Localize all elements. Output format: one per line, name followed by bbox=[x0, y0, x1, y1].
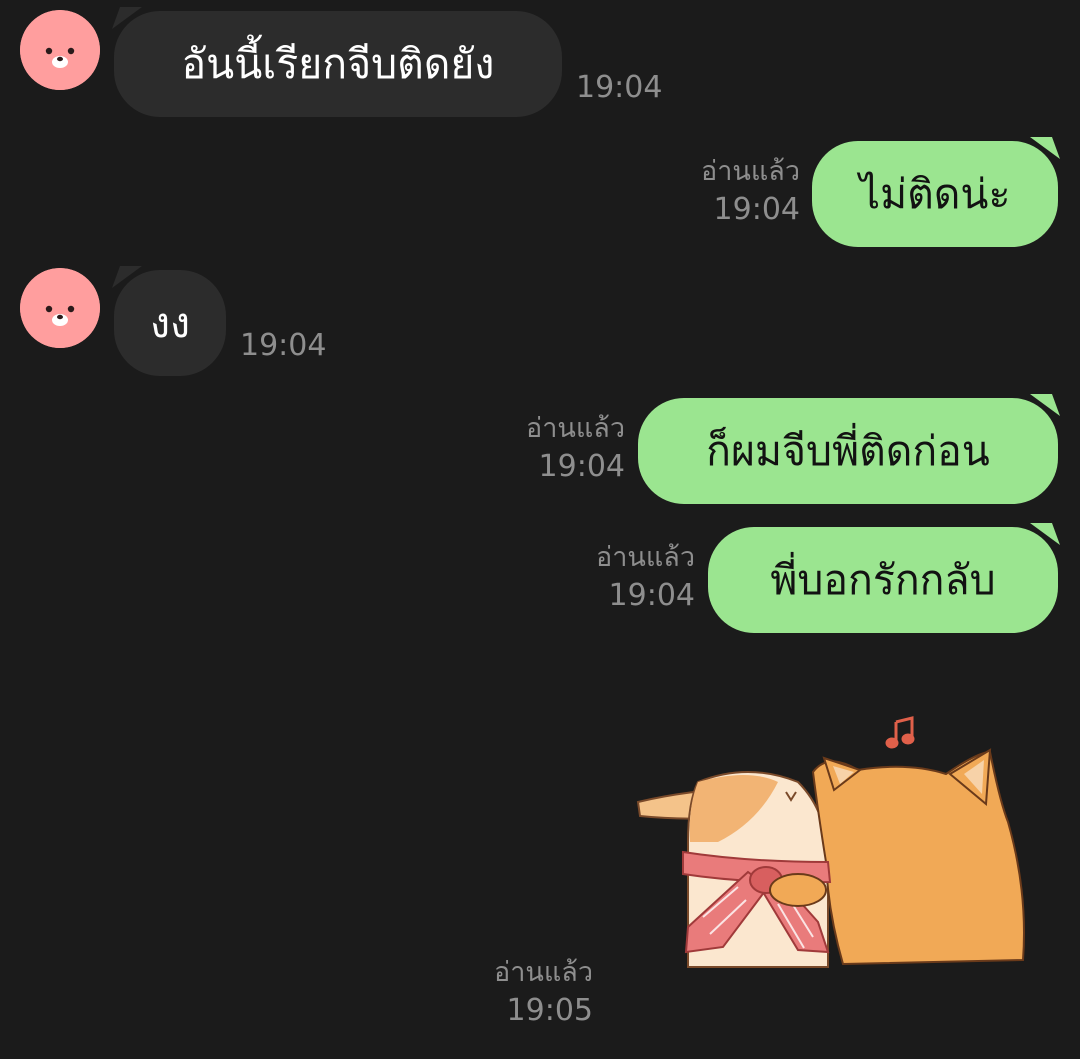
message-text: ก็ผมจีบพี่ติดก่อน bbox=[706, 426, 990, 475]
message-time: 19:04 bbox=[576, 70, 663, 105]
bear-face-icon bbox=[20, 268, 100, 348]
music-note-icon bbox=[885, 716, 915, 749]
incoming-message-bubble[interactable]: อันนี้เรียกจีบติดยัง bbox=[114, 11, 562, 117]
bear-face-icon bbox=[20, 10, 100, 90]
message-time: 19:04 bbox=[713, 192, 800, 228]
read-receipt: อ่านแล้ว bbox=[526, 413, 625, 444]
message-meta: อ่านแล้ว 19:04 bbox=[701, 154, 800, 231]
message-meta: อ่านแล้ว 19:04 bbox=[596, 540, 695, 617]
contact-avatar[interactable] bbox=[20, 10, 100, 90]
chat-room: อันนี้เรียกจีบติดยัง 19:04 อ่านแล้ว 19:0… bbox=[0, 0, 1080, 1059]
outgoing-message-bubble[interactable]: ไม่ติดน่ะ bbox=[812, 141, 1058, 247]
cat-hugging-bunny-sticker-art bbox=[636, 716, 1025, 968]
message-text: พี่บอกรักกลับ bbox=[770, 555, 996, 604]
message-text: งง bbox=[149, 298, 191, 347]
read-receipt: อ่านแล้ว bbox=[596, 542, 695, 573]
message-time: 19:04 bbox=[538, 449, 625, 485]
message-text: ไม่ติดน่ะ bbox=[859, 169, 1011, 218]
message-time: 19:04 bbox=[240, 328, 327, 363]
message-time: 19:04 bbox=[608, 578, 695, 614]
incoming-message-bubble[interactable]: งง bbox=[114, 270, 226, 376]
message-time: 19:05 bbox=[506, 993, 593, 1029]
outgoing-message-bubble[interactable]: ก็ผมจีบพี่ติดก่อน bbox=[638, 398, 1058, 504]
outgoing-message-bubble[interactable]: พี่บอกรักกลับ bbox=[708, 527, 1058, 633]
cat-hugging-bunny-sticker[interactable] bbox=[628, 712, 1038, 982]
message-text: อันนี้เรียกจีบติดยัง bbox=[181, 39, 495, 88]
read-receipt: อ่านแล้ว bbox=[701, 156, 800, 187]
message-meta: อ่านแล้ว 19:05 bbox=[494, 955, 593, 1032]
read-receipt: อ่านแล้ว bbox=[494, 957, 593, 988]
contact-avatar[interactable] bbox=[20, 268, 100, 348]
message-meta: อ่านแล้ว 19:04 bbox=[526, 411, 625, 488]
